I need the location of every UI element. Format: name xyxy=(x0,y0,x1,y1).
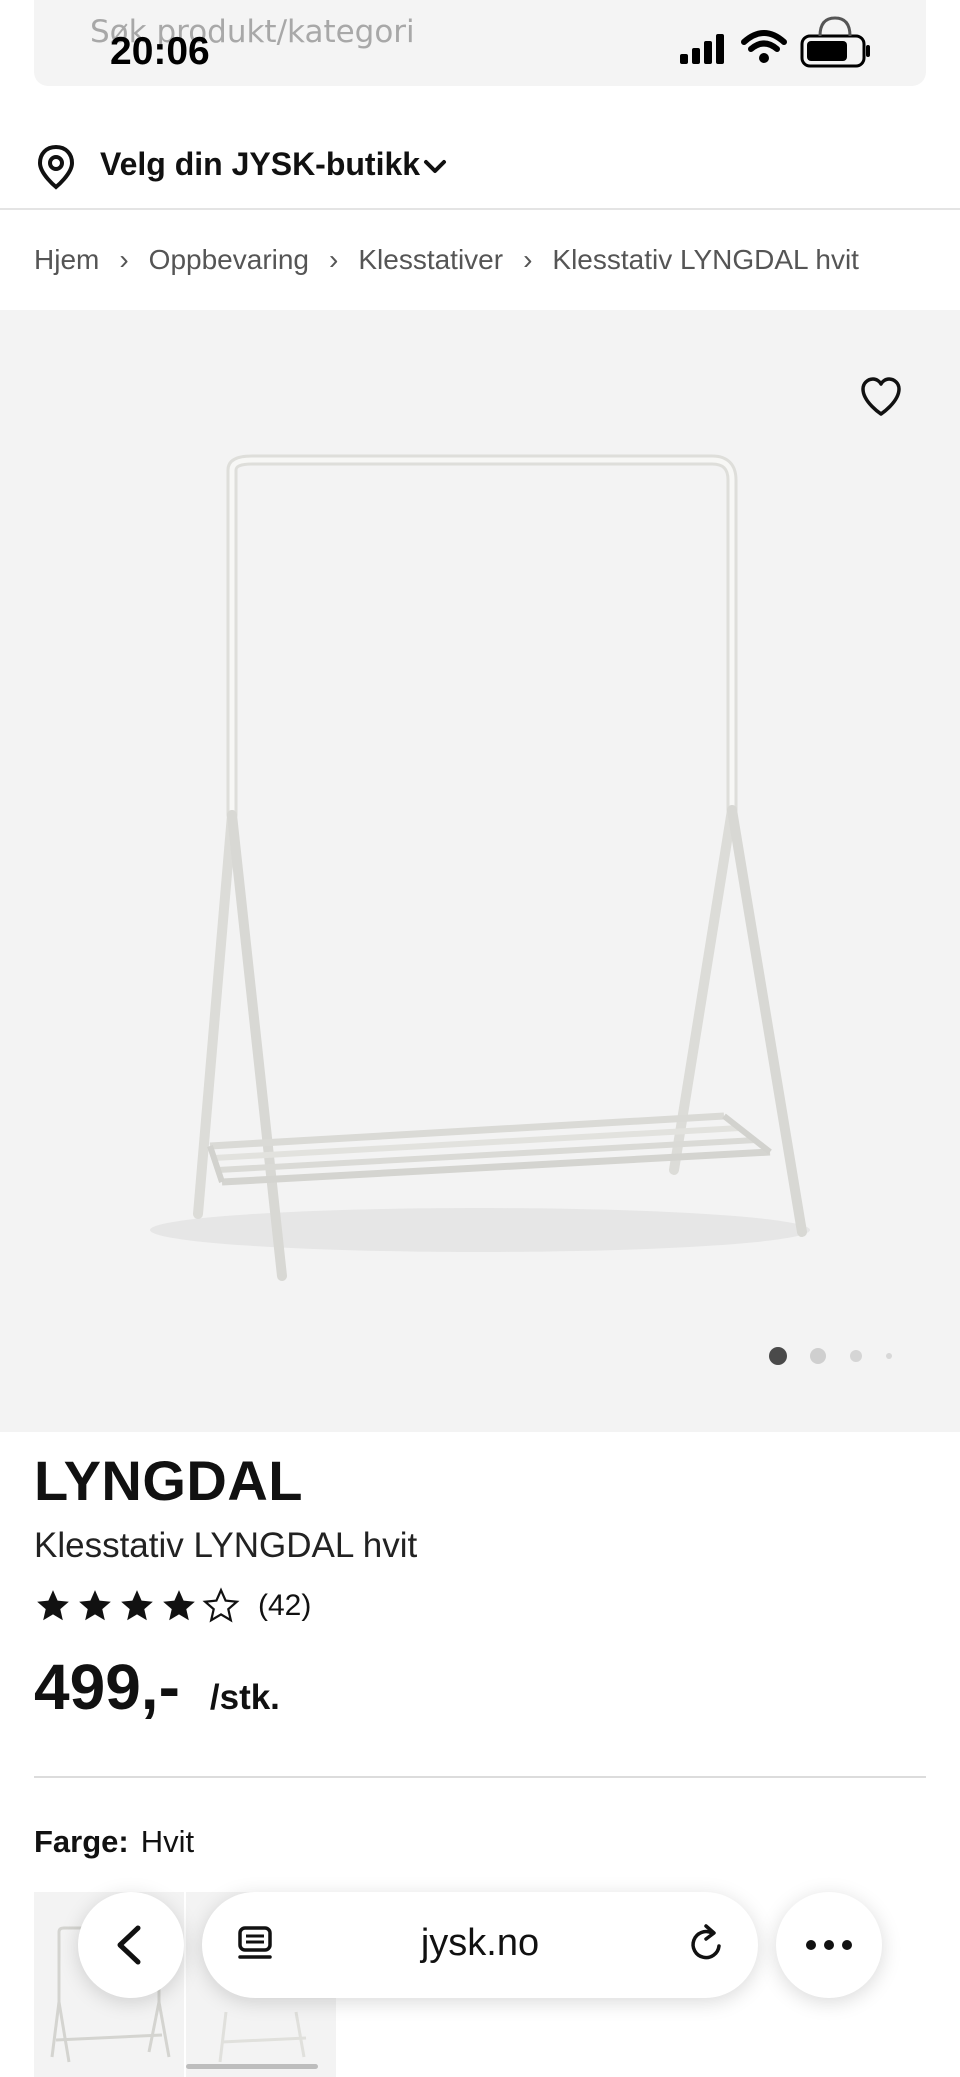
breadcrumb-separator: › xyxy=(523,244,533,275)
rating-stars xyxy=(34,1587,244,1625)
pagination-dot xyxy=(810,1348,826,1364)
breadcrumb-separator: › xyxy=(329,244,339,275)
price-row: 499,- /stk. xyxy=(34,1650,280,1724)
browser-toolbar: jysk.no xyxy=(0,1880,960,2020)
breadcrumb-home[interactable]: Hjem xyxy=(34,244,99,276)
chevron-left-icon xyxy=(117,1925,141,1965)
price-unit: /stk. xyxy=(209,1678,280,1717)
star-filled-icon xyxy=(37,1590,69,1621)
reload-icon[interactable] xyxy=(686,1922,728,1966)
product-brand: LYNGDAL xyxy=(34,1449,304,1512)
clothes-rack-illustration xyxy=(150,454,810,1281)
product-price: 499,- xyxy=(34,1651,180,1723)
battery-icon xyxy=(800,16,870,68)
url-text: jysk.no xyxy=(420,1922,540,1964)
star-filled-icon xyxy=(121,1590,153,1621)
pagination-dot xyxy=(886,1353,892,1359)
heart-icon[interactable] xyxy=(858,374,904,420)
color-row: Farge: Hvit xyxy=(34,1824,194,1860)
more-options-button[interactable] xyxy=(776,1892,882,1998)
wifi-icon xyxy=(741,30,787,63)
status-icons xyxy=(680,16,890,76)
divider xyxy=(34,1776,926,1778)
back-button[interactable] xyxy=(78,1892,184,1998)
signal-icon xyxy=(680,34,724,64)
store-label: Velg din JYSK-butikk xyxy=(100,146,421,182)
pagination-dot xyxy=(850,1350,862,1362)
image-pagination xyxy=(768,1346,898,1366)
star-empty-icon xyxy=(202,1587,240,1623)
swatch-selected-indicator xyxy=(186,2064,318,2069)
breadcrumb-oppbevaring[interactable]: Oppbevaring xyxy=(149,244,309,276)
product-name: Klesstativ LYNGDAL hvit xyxy=(34,1526,418,1565)
pagination-dot-active xyxy=(769,1347,787,1365)
status-time: 20:06 xyxy=(110,30,210,73)
address-bar[interactable]: jysk.no xyxy=(202,1892,758,1998)
breadcrumb-separator: › xyxy=(119,244,129,275)
breadcrumb: Hjem › Oppbevaring › Klesstativer › Kles… xyxy=(34,240,859,280)
breadcrumb-current: Klesstativ LYNGDAL hvit xyxy=(552,244,859,275)
breadcrumb-klesstativer[interactable]: Klesstativer xyxy=(358,244,503,276)
star-filled-icon xyxy=(163,1590,195,1621)
product-rating[interactable]: (42) xyxy=(34,1584,311,1628)
product-image[interactable] xyxy=(0,310,960,1432)
color-value: Hvit xyxy=(140,1824,195,1859)
location-pin-icon xyxy=(36,144,76,190)
color-label: Farge: xyxy=(34,1824,129,1859)
star-filled-icon xyxy=(79,1590,111,1621)
more-dots-icon xyxy=(806,1940,852,1950)
chevron-down-icon xyxy=(420,152,450,182)
store-selector[interactable]: Velg din JYSK-butikk xyxy=(0,130,960,210)
review-count: (42) xyxy=(258,1589,312,1622)
